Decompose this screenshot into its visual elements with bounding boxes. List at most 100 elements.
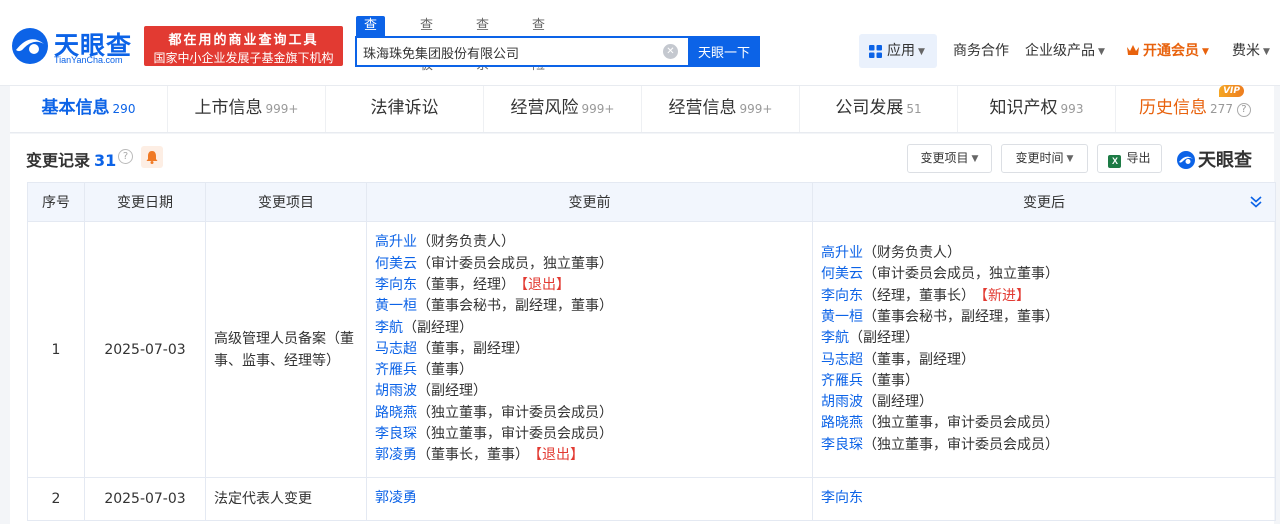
person-name-link[interactable]: 黄一桓 [821,309,863,325]
help-icon[interactable]: ? [1236,103,1251,117]
person-name-link[interactable]: 李良琛 [821,437,863,453]
help-icon[interactable]: ? [118,149,133,164]
person-name-link[interactable]: 李航 [821,330,849,346]
person-entry: 李向东（经理，董事长） 【新进】 [821,286,1267,307]
person-role: （董事） [417,362,473,379]
tab-listing-info[interactable]: 上市信息 999+ [168,86,326,132]
col-header-after-label: 变更后 [1023,195,1065,211]
person-name-link[interactable]: 高升业 [821,245,863,261]
clear-icon[interactable]: ✕ [663,44,678,59]
person-name-link[interactable]: 何美云 [821,266,863,282]
excel-icon: X [1108,155,1122,168]
search-tab-risk[interactable]: 查风险 [532,16,545,73]
tab-label: 法律诉讼 [370,98,439,118]
person-name-link[interactable]: 何美云 [375,256,417,272]
person-name-link[interactable]: 李良琛 [375,426,417,442]
search-tab-relation[interactable]: 查关系 [476,16,489,73]
person-name-link[interactable]: 胡雨波 [821,394,863,410]
person-name-link[interactable]: 郭凌勇 [375,490,417,506]
person-role: （副经理） [403,319,473,336]
person-name-link[interactable]: 齐雁兵 [821,373,863,389]
person-name-link[interactable]: 路晓燕 [375,405,417,421]
crown-icon [1127,45,1139,55]
caret-down-icon: ▼ [971,154,979,164]
tab-label: 经营风险 [510,98,579,118]
double-chevron-down-icon[interactable] [1249,195,1263,209]
section-title-text: 变更记录 [26,151,91,170]
apps-menu[interactable]: 应用 ▼ [859,34,937,68]
person-entry: 李良琛（独立董事，审计委员会成员） [375,424,804,445]
tab-ip[interactable]: 知识产权 993 [958,86,1116,132]
site-logo[interactable]: 天眼查 TianYanCha.com [10,24,140,68]
tab-litigation[interactable]: 法律诉讼 [326,86,484,132]
monitor-bell-button[interactable] [141,146,163,168]
person-name-link[interactable]: 胡雨波 [375,383,417,399]
slogan-banner: 都在用的商业查询工具 国家中小企业发展子基金旗下机构 [144,26,343,66]
caret-down-icon: ▼ [1202,47,1209,57]
nav-enterprise[interactable]: 企业级产品 ▼ [1025,34,1105,68]
filter-change-item[interactable]: 变更项目 ▼ [907,144,992,173]
tab-development[interactable]: 公司发展 51 [800,86,958,132]
vip-badge: VIP [1219,85,1244,97]
search-box: ✕ [355,36,688,67]
person-role: （董事长，董事） [417,447,529,464]
person-name-link[interactable]: 马志超 [821,352,863,368]
col-header-date: 变更日期 [84,182,206,222]
person-name-link[interactable]: 李向东 [821,490,863,506]
tab-label: 经营信息 [668,98,737,118]
search-input[interactable] [363,42,653,62]
tab-count: 999+ [739,102,773,116]
person-entry: 高升业（财务负责人） [821,243,1267,264]
nav-user[interactable]: 费米 ▼ [1232,34,1270,68]
col-header-index: 序号 [27,182,85,222]
filter-change-time-label: 变更时间 [1015,151,1064,165]
person-role: （审计委员会成员，独立董事） [863,266,1059,283]
grid-icon [869,45,882,58]
person-entry: 郭凌勇（董事长，董事） 【退出】 [375,445,804,466]
person-name-link[interactable]: 齐雁兵 [375,362,417,378]
export-label: 导出 [1126,151,1151,165]
person-name-link[interactable]: 郭凌勇 [375,447,417,463]
table-row: 1 2025-07-03 高级管理人员备案（董事、监事、经理等） 高升业（财务负… [27,221,1276,478]
person-entry: 胡雨波（副经理） [375,381,804,402]
table-row: 2 2025-07-03 法定代表人变更 郭凌勇 李向东 [27,477,1276,521]
person-name-link[interactable]: 李航 [375,320,403,336]
tab-basic-info[interactable]: 基本信息 290 [10,86,168,132]
person-name-link[interactable]: 李向东 [375,277,417,293]
person-role: （董事会秘书，副经理，董事） [863,308,1059,325]
person-name-link[interactable]: 高升业 [375,234,417,250]
person-entry: 黄一桓（董事会秘书，副经理，董事） [821,307,1267,328]
tab-count: 277 [1210,102,1233,116]
watermark-logo: 天眼查 [1176,146,1252,171]
person-entry: 胡雨波（副经理） [821,392,1267,413]
nav-vip[interactable]: 开通会员 ▼ [1126,34,1209,68]
export-button[interactable]: X 导出 [1097,144,1162,173]
person-entry: 何美云（审计委员会成员，独立董事） [375,254,804,275]
person-list: 郭凌勇 [375,488,804,509]
person-name-link[interactable]: 黄一桓 [375,298,417,314]
change-tag: 【退出】 [535,447,584,464]
tab-history[interactable]: VIP 历史信息 277? [1116,85,1274,132]
filter-change-time[interactable]: 变更时间 ▼ [1001,144,1088,173]
person-role: （经理，董事长） [863,287,975,304]
search-tab-company[interactable]: 查公司 [356,16,386,73]
tab-label: 知识产权 [989,98,1058,118]
caret-down-icon: ▼ [918,47,925,57]
table-header-row: 序号 变更日期 变更项目 变更前 变更后 [27,182,1276,222]
person-list: 李向东 [821,488,1267,509]
filter-change-item-label: 变更项目 [920,151,969,165]
nav-vip-label: 开通会员 [1143,43,1199,59]
top-header: 天眼查 TianYanCha.com 都在用的商业查询工具 国家中小企业发展子基… [0,0,1280,86]
nav-business[interactable]: 商务合作 [953,34,1009,68]
person-role: （副经理） [849,330,919,347]
person-name-link[interactable]: 马志超 [375,341,417,357]
tab-label: 基本信息 [41,98,110,118]
search-tab-boss[interactable]: 查老板 [420,16,433,73]
person-entry: 李航（副经理） [375,318,804,339]
person-name-link[interactable]: 路晓燕 [821,415,863,431]
person-name-link[interactable]: 李向东 [821,288,863,304]
person-entry: 高升业（财务负责人） [375,232,804,253]
search-button[interactable]: 天眼一下 [688,36,760,67]
tab-business-risk[interactable]: 经营风险 999+ [484,86,642,132]
tab-business-info[interactable]: 经营信息 999+ [642,86,800,132]
